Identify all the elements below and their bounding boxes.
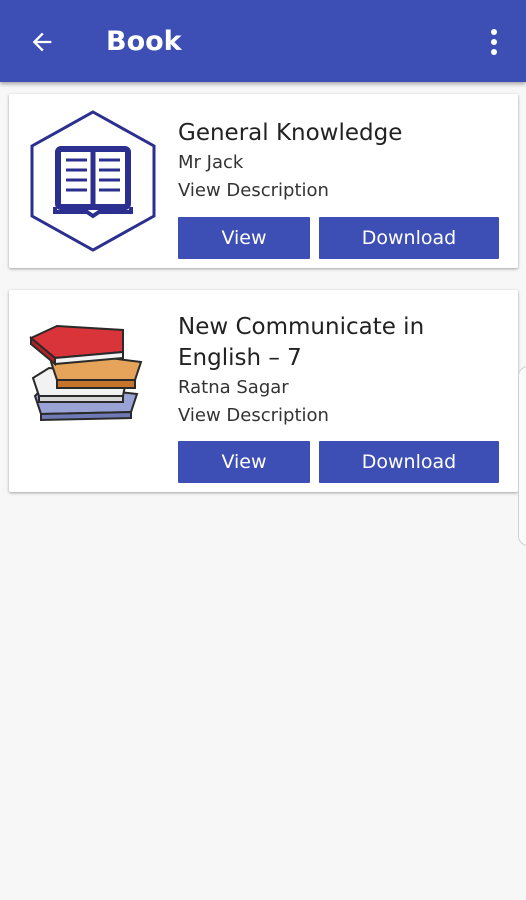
download-button[interactable]: Download [319, 441, 499, 483]
app-bar: Book [0, 0, 526, 82]
book-author: Ratna Sagar [178, 377, 289, 398]
view-button[interactable]: View [178, 217, 310, 259]
page-title: Book [106, 26, 182, 57]
back-button[interactable] [22, 22, 62, 62]
book-list: General Knowledge Mr Jack View Descripti… [0, 82, 526, 900]
book-title: General Knowledge [178, 120, 403, 146]
book-title: New Communicate in English – 7 [178, 314, 425, 371]
view-button[interactable]: View [178, 441, 310, 483]
hexagon-open-book-icon [30, 110, 156, 252]
book-actions: View Download [178, 441, 499, 483]
book-card: New Communicate in English – 7 Ratna Sag… [9, 290, 518, 492]
edge-panel-handle[interactable] [518, 366, 526, 546]
book-author: Mr Jack [178, 152, 244, 173]
book-actions: View Download [178, 217, 499, 259]
stack-of-books-icon [29, 324, 143, 422]
book-info: New Communicate in English – 7 Ratna Sag… [178, 312, 500, 430]
view-description-link[interactable]: View Description [178, 402, 500, 430]
book-card: General Knowledge Mr Jack View Descripti… [9, 94, 518, 268]
book-thumbnail [27, 108, 159, 254]
book-thumbnail [27, 318, 145, 430]
download-button[interactable]: Download [319, 217, 499, 259]
view-description-link[interactable]: View Description [178, 177, 500, 205]
more-vertical-icon [491, 29, 497, 55]
book-info: General Knowledge Mr Jack View Descripti… [178, 118, 500, 205]
arrow-left-icon [32, 32, 52, 52]
overflow-menu-button[interactable] [478, 22, 510, 62]
